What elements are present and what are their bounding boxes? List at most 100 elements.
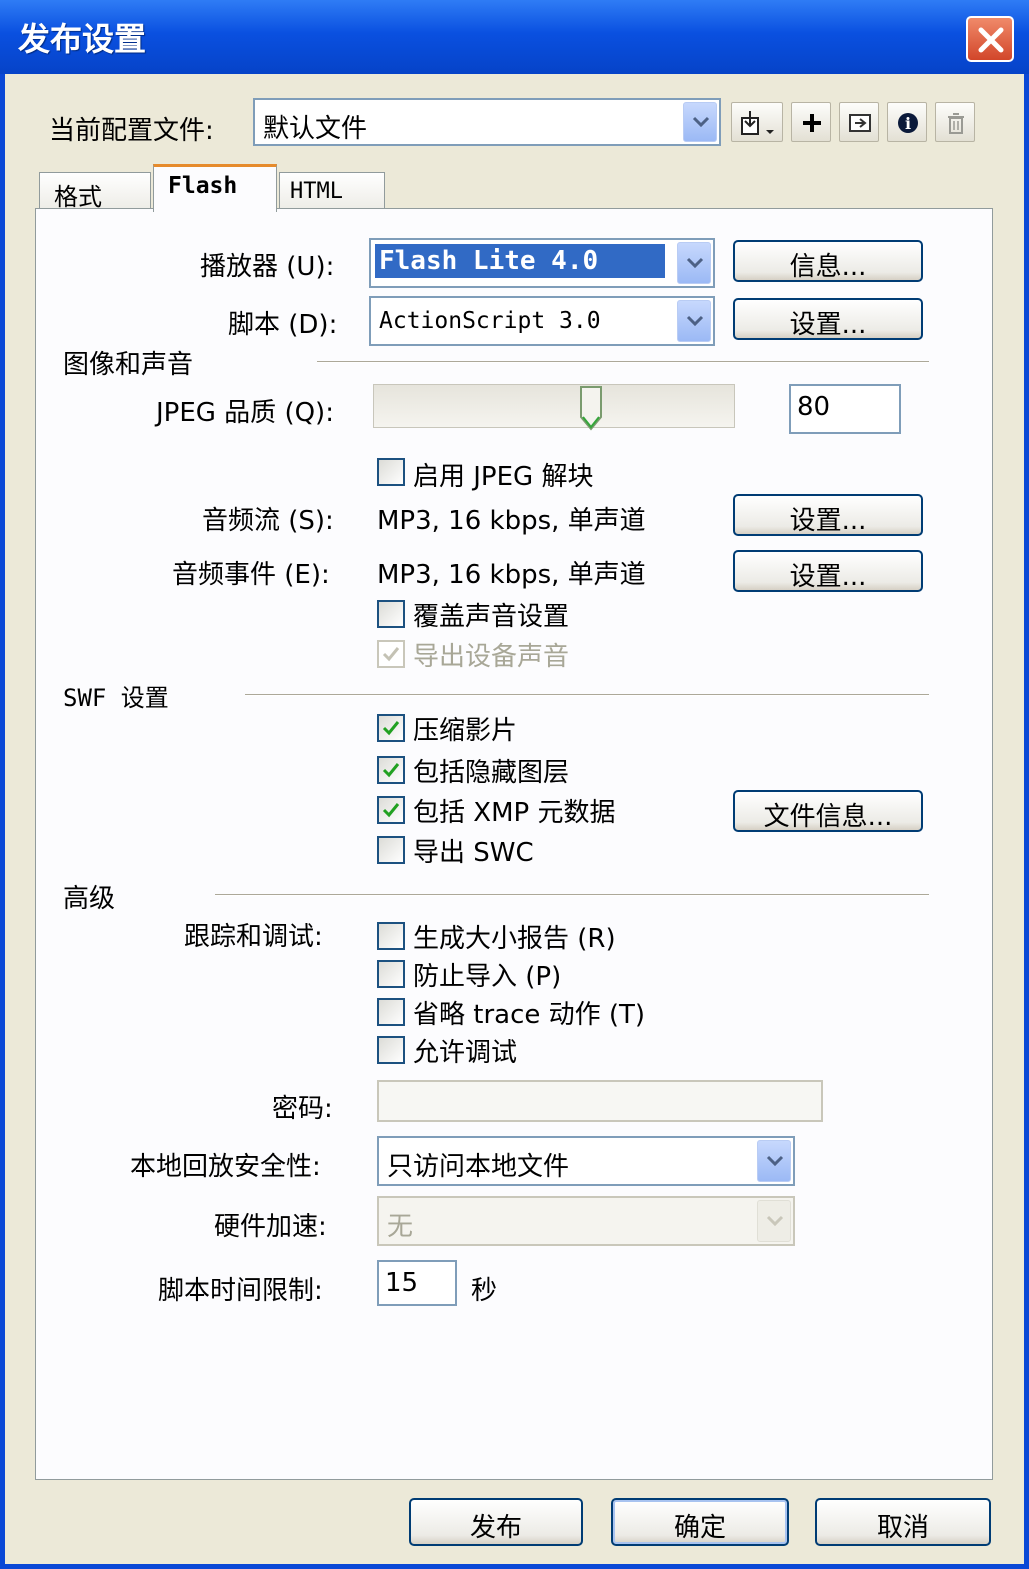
export-swc-checkbox[interactable] — [377, 836, 405, 864]
include-xmp-label: 包括 XMP 元数据 — [413, 798, 616, 828]
export-swc-label: 导出 SWC — [413, 838, 534, 868]
info-icon: i — [898, 113, 918, 133]
include-hidden-layers-checkbox[interactable] — [377, 756, 405, 784]
duplicate-icon — [849, 114, 871, 132]
audio-event-settings-button[interactable]: 设置... — [733, 550, 923, 592]
title-bar[interactable]: 发布设置 — [0, 0, 1029, 74]
omit-trace-checkbox[interactable] — [377, 998, 405, 1026]
script-combo[interactable]: ActionScript 3.0 — [369, 296, 715, 346]
swf-separator — [245, 694, 929, 696]
audio-event-value: MP3, 16 kbps, 单声道 — [377, 560, 646, 590]
hardware-accel-combo: 无 — [377, 1196, 795, 1246]
jpeg-deblock-checkbox[interactable] — [377, 458, 405, 486]
playback-security-combo[interactable]: 只访问本地文件 — [377, 1136, 795, 1186]
chevron-down-icon — [686, 315, 704, 327]
profile-combo[interactable]: 默认文件 — [253, 98, 721, 146]
profile-info-button[interactable]: i — [887, 102, 927, 142]
script-timeout-unit: 秒 — [471, 1276, 498, 1306]
compress-movie-checkbox[interactable] — [377, 714, 405, 742]
include-xmp-checkbox[interactable] — [377, 796, 405, 824]
slider-thumb-icon — [580, 386, 602, 431]
protect-import-label: 防止导入 (P) — [413, 962, 562, 992]
tab-flash[interactable]: Flash — [153, 164, 277, 212]
profile-dropdown-arrow[interactable] — [683, 102, 717, 142]
trace-debug-label: 跟踪和调试: — [184, 922, 323, 952]
plus-icon — [803, 114, 821, 132]
player-dropdown-arrow[interactable] — [677, 242, 711, 284]
file-info-button[interactable]: 文件信息... — [733, 790, 923, 832]
window-title: 发布设置 — [18, 20, 147, 58]
tab-html[interactable]: HTML — [279, 172, 385, 212]
checkmark-icon — [382, 647, 400, 662]
chevron-down-icon — [766, 1215, 784, 1227]
player-info-button[interactable]: 信息... — [733, 240, 923, 282]
export-device-sound-label: 导出设备声音 — [413, 642, 570, 672]
player-label: 播放器 (U): — [200, 252, 335, 282]
audio-stream-settings-button[interactable]: 设置... — [733, 494, 923, 536]
script-dropdown-arrow[interactable] — [677, 300, 711, 342]
dialog-client: 当前配置文件: 默认文件 i 格式 HTML Flash 播放器 (U): Fl… — [5, 74, 1024, 1564]
jpeg-quality-value: 80 — [797, 392, 831, 422]
script-label: 脚本 (D): — [228, 310, 338, 340]
override-sound-checkbox[interactable] — [377, 600, 405, 628]
jpeg-quality-slider[interactable] — [373, 384, 735, 431]
player-value: Flash Lite 4.0 — [375, 244, 665, 278]
hardware-accel-label: 硬件加速: — [214, 1212, 327, 1242]
allow-debug-label: 允许调试 — [413, 1038, 518, 1068]
trash-icon — [948, 113, 964, 134]
jpeg-deblock-label: 启用 JPEG 解块 — [413, 462, 594, 492]
advanced-heading: 高级 — [63, 884, 116, 914]
image-sound-heading: 图像和声音 — [63, 350, 194, 380]
audio-event-label: 音频事件 (E): — [172, 560, 330, 590]
audio-stream-label: 音频流 (S): — [202, 506, 334, 536]
duplicate-profile-button[interactable] — [839, 102, 879, 142]
chevron-down-icon — [692, 116, 710, 128]
delete-profile-button[interactable] — [935, 102, 975, 142]
audio-stream-value: MP3, 16 kbps, 单声道 — [377, 506, 646, 536]
playback-security-dropdown-arrow[interactable] — [757, 1140, 791, 1182]
checkmark-icon — [382, 721, 400, 736]
script-timeout-label: 脚本时间限制: — [158, 1276, 323, 1306]
compress-movie-label: 压缩影片 — [413, 716, 518, 746]
protect-import-checkbox[interactable] — [377, 960, 405, 988]
import-export-icon — [741, 111, 774, 135]
script-settings-button[interactable]: 设置... — [733, 298, 923, 340]
override-sound-label: 覆盖声音设置 — [413, 602, 570, 632]
import-export-button[interactable] — [731, 102, 783, 142]
password-input[interactable] — [377, 1080, 823, 1122]
swf-heading: SWF 设置 — [63, 684, 169, 712]
allow-debug-checkbox[interactable] — [377, 1036, 405, 1064]
omit-trace-label: 省略 trace 动作 (T) — [413, 1000, 646, 1030]
hardware-accel-value: 无 — [387, 1212, 414, 1242]
include-hidden-layers-label: 包括隐藏图层 — [413, 758, 570, 788]
script-value: ActionScript 3.0 — [379, 308, 601, 334]
close-icon — [978, 27, 1004, 53]
tab-format[interactable]: 格式 — [39, 172, 151, 212]
advanced-separator — [215, 894, 929, 896]
cancel-button[interactable]: 取消 — [815, 1498, 991, 1546]
size-report-label: 生成大小报告 (R) — [413, 924, 616, 954]
script-timeout-input[interactable]: 15 — [377, 1260, 457, 1306]
checkmark-icon — [382, 803, 400, 818]
publish-button[interactable]: 发布 — [409, 1498, 583, 1546]
jpeg-quality-slider-thumb[interactable] — [579, 385, 603, 431]
checkmark-icon — [382, 763, 400, 778]
size-report-checkbox[interactable] — [377, 922, 405, 950]
jpeg-quality-label: JPEG 品质 (Q): — [156, 398, 334, 428]
password-label: 密码: — [272, 1094, 333, 1124]
player-combo[interactable]: Flash Lite 4.0 — [369, 238, 715, 288]
profile-value: 默认文件 — [263, 114, 368, 144]
profile-label: 当前配置文件: — [49, 116, 214, 146]
script-timeout-value: 15 — [385, 1268, 419, 1298]
chevron-down-icon — [766, 1155, 784, 1167]
hardware-accel-dropdown-arrow — [757, 1200, 791, 1242]
add-profile-button[interactable] — [791, 102, 831, 142]
ok-button[interactable]: 确定 — [611, 1498, 789, 1546]
playback-security-label: 本地回放安全性: — [130, 1152, 321, 1182]
export-device-sound-checkbox — [377, 640, 405, 668]
publish-settings-window: 发布设置 当前配置文件: 默认文件 i 格式 HTML Flash 播放器 (U… — [0, 0, 1029, 1569]
image-sound-separator — [317, 361, 929, 363]
chevron-down-icon — [686, 257, 704, 269]
jpeg-quality-input[interactable]: 80 — [789, 384, 901, 434]
close-button[interactable] — [966, 16, 1014, 62]
